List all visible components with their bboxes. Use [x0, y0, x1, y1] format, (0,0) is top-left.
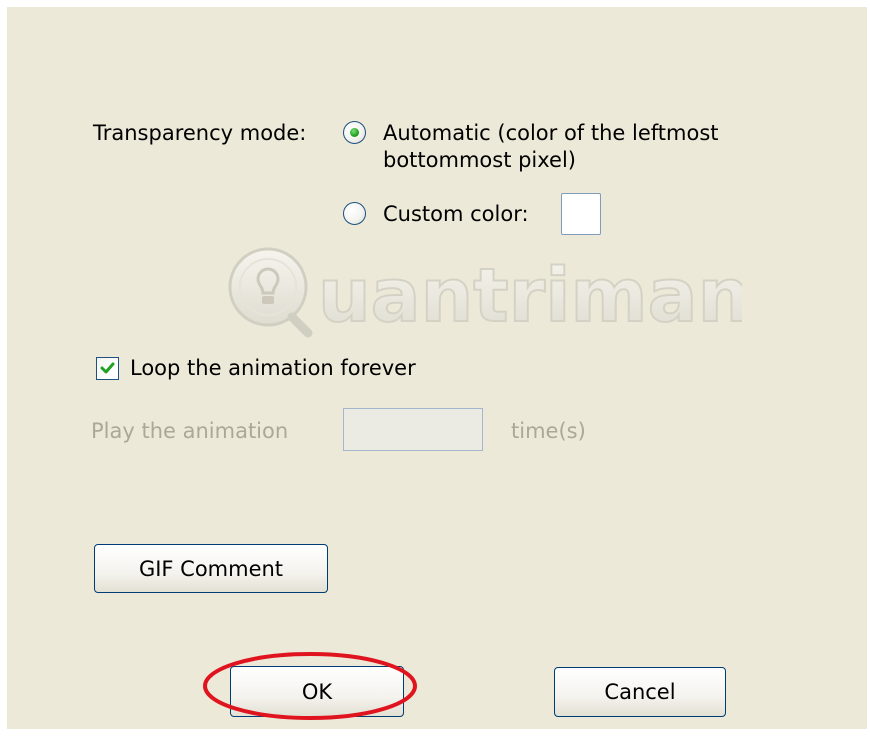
automatic-option-label-line1[interactable]: Automatic (color of the leftmost	[383, 120, 719, 146]
times-suffix-label: time(s)	[511, 419, 586, 443]
custom-color-radio[interactable]	[343, 202, 366, 225]
transparency-mode-label: Transparency mode:	[93, 121, 307, 145]
cancel-button[interactable]: Cancel	[554, 667, 726, 717]
quantrimang-watermark-logo: uantrimang	[228, 247, 742, 340]
automatic-radio[interactable]	[343, 121, 366, 144]
custom-color-label[interactable]: Custom color:	[383, 201, 529, 227]
custom-color-swatch[interactable]	[561, 193, 601, 235]
automatic-option-label-line2[interactable]: bottommost pixel)	[383, 147, 576, 173]
gif-comment-button[interactable]: GIF Comment	[94, 544, 328, 593]
loop-forever-label[interactable]: Loop the animation forever	[130, 355, 416, 381]
radio-selected-dot	[350, 128, 359, 137]
ok-button[interactable]: OK	[230, 666, 404, 717]
watermark-text: uantrimang	[318, 253, 742, 339]
checkmark-icon	[100, 362, 115, 374]
loop-forever-checkbox[interactable]	[96, 357, 119, 380]
gif-options-dialog: Transparency mode: Automatic (color of t…	[7, 7, 867, 729]
play-times-input[interactable]	[343, 408, 483, 451]
play-animation-label: Play the animation	[91, 419, 289, 443]
